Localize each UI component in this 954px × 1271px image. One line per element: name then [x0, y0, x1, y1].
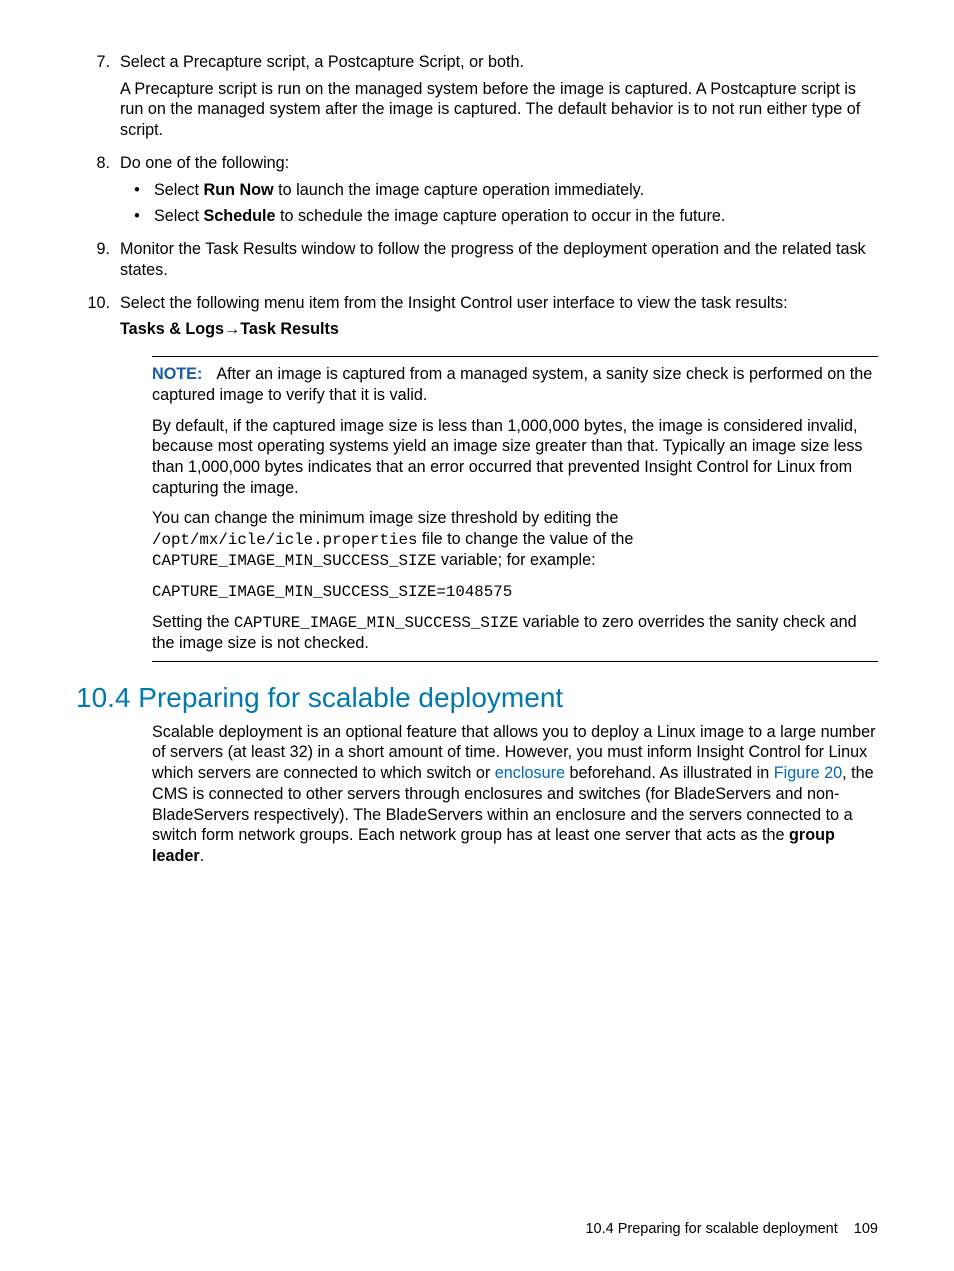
bullet-list: • Select Run Now to launch the image cap…	[120, 180, 878, 227]
bold-text: Run Now	[204, 181, 274, 199]
note-paragraph: By default, if the captured image size i…	[152, 416, 878, 499]
content-body: 7. Select a Precapture script, a Postcap…	[76, 52, 878, 867]
note-block: NOTE:After an image is captured from a m…	[152, 356, 878, 662]
step-7: 7. Select a Precapture script, a Postcap…	[76, 52, 878, 147]
note-paragraph: NOTE:After an image is captured from a m…	[152, 364, 878, 405]
link-enclosure[interactable]: enclosure	[495, 764, 565, 782]
step-body: Do one of the following: • Select Run No…	[120, 153, 878, 233]
step-text: Select the following menu item from the …	[120, 293, 878, 314]
step-10: 10. Select the following menu item from …	[76, 293, 878, 346]
text: to launch the image capture operation im…	[274, 181, 644, 199]
menu-path: Tasks & Logs→Task Results	[120, 319, 878, 340]
bullet-item: • Select Schedule to schedule the image …	[120, 206, 878, 227]
step-body: Select a Precapture script, a Postcaptur…	[120, 52, 878, 147]
step-text: A Precapture script is run on the manage…	[120, 79, 878, 141]
section-body: Scalable deployment is an optional featu…	[152, 722, 878, 867]
text: You can change the minimum image size th…	[152, 509, 618, 527]
text: file to change the value of the	[417, 530, 633, 548]
text: Setting the	[152, 613, 234, 631]
step-number: 8.	[76, 153, 120, 233]
step-number: 7.	[76, 52, 120, 147]
page-footer: 10.4 Preparing for scalable deployment 1…	[585, 1221, 878, 1237]
bullet-icon: •	[120, 180, 154, 201]
step-number: 9.	[76, 239, 120, 286]
text: .	[200, 847, 205, 865]
step-body: Monitor the Task Results window to follo…	[120, 239, 878, 286]
page: 7. Select a Precapture script, a Postcap…	[0, 0, 954, 1271]
bullet-item: • Select Run Now to launch the image cap…	[120, 180, 878, 201]
step-8: 8. Do one of the following: • Select Run…	[76, 153, 878, 233]
bullet-text: Select Run Now to launch the image captu…	[154, 180, 878, 201]
ordered-steps: 7. Select a Precapture script, a Postcap…	[76, 52, 878, 346]
bullet-icon: •	[120, 206, 154, 227]
note-paragraph: You can change the minimum image size th…	[152, 508, 878, 571]
step-text: Monitor the Task Results window to follo…	[120, 239, 878, 280]
code-path: /opt/mx/icle/icle.properties	[152, 531, 417, 549]
code-var: CAPTURE_IMAGE_MIN_SUCCESS_SIZE	[234, 614, 518, 632]
note-label: NOTE:	[152, 365, 202, 383]
footer-text: 10.4 Preparing for scalable deployment	[585, 1221, 837, 1237]
note-text: After an image is captured from a manage…	[152, 365, 872, 404]
text: Select	[154, 181, 204, 199]
page-number: 109	[854, 1221, 878, 1237]
text: to schedule the image capture operation …	[275, 207, 725, 225]
step-9: 9. Monitor the Task Results window to fo…	[76, 239, 878, 286]
step-number: 10.	[76, 293, 120, 346]
step-text: Do one of the following:	[120, 153, 878, 174]
code-line: CAPTURE_IMAGE_MIN_SUCCESS_SIZE=1048575	[152, 582, 878, 602]
text: beforehand. As illustrated in	[565, 764, 774, 782]
step-body: Select the following menu item from the …	[120, 293, 878, 346]
note-paragraph: Setting the CAPTURE_IMAGE_MIN_SUCCESS_SI…	[152, 612, 878, 654]
link-figure[interactable]: Figure 20	[774, 764, 842, 782]
text: Select	[154, 207, 204, 225]
bold-text: Schedule	[204, 207, 276, 225]
section-heading: 10.4 Preparing for scalable deployment	[76, 680, 878, 716]
step-text: Select a Precapture script, a Postcaptur…	[120, 52, 878, 73]
text: variable; for example:	[436, 551, 595, 569]
bullet-text: Select Schedule to schedule the image ca…	[154, 206, 878, 227]
section-paragraph: Scalable deployment is an optional featu…	[152, 722, 878, 867]
code-var: CAPTURE_IMAGE_MIN_SUCCESS_SIZE	[152, 552, 436, 570]
